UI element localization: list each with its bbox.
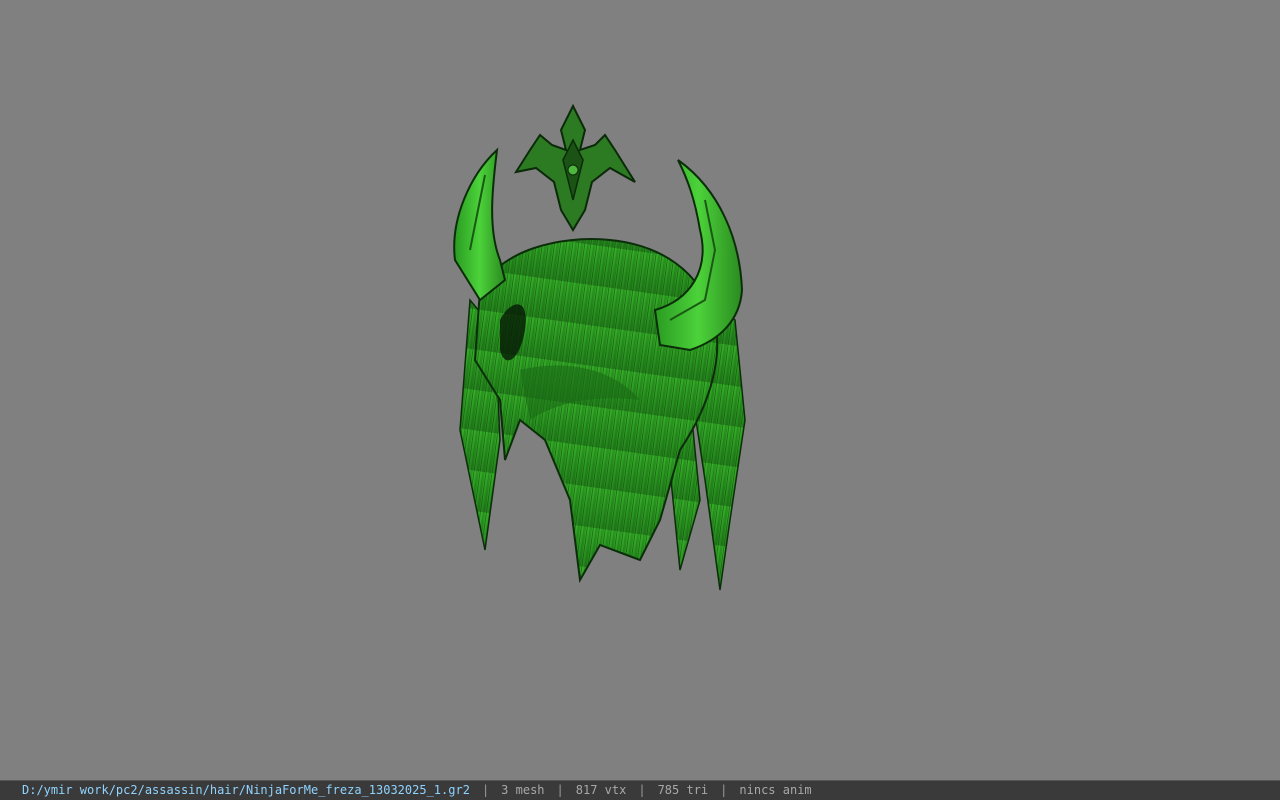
file-path: D:/ymir work/pc2/assassin/hair/NinjaForM… [22,783,470,797]
separator: | [556,783,564,797]
vertex-count: 817 vtx [575,783,627,797]
crest-ornament [513,103,636,232]
separator: | [720,783,728,797]
mesh-count: 3 mesh [501,783,545,797]
animation-status: nincs anim [739,783,812,797]
separator: | [481,783,490,797]
left-horn [453,147,507,302]
status-bar: D:/ymir work/pc2/assassin/hair/NinjaForM… [0,780,1280,800]
triangle-count: 785 tri [657,783,709,797]
right-horn [653,159,744,352]
separator: | [638,783,646,797]
3d-viewport[interactable] [0,0,1280,780]
hair-model-render [453,103,746,591]
